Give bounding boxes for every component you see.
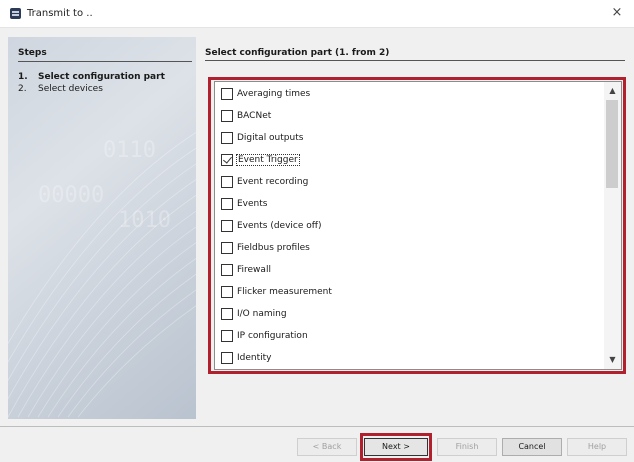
checkbox[interactable]	[221, 176, 233, 188]
checkbox-label[interactable]: Event Trigger	[236, 154, 300, 166]
checkbox[interactable]	[221, 110, 233, 122]
checkbox[interactable]	[221, 330, 233, 342]
list-item[interactable]: Identity	[221, 349, 272, 367]
steps-divider	[18, 61, 192, 62]
decorative-background: 0110 00000 1010	[8, 132, 196, 418]
footer-divider	[0, 426, 634, 427]
steps-panel: 0110 00000 1010 Steps 1. Select configur…	[8, 37, 196, 419]
configuration-part-list[interactable]: Averaging times BACNet Digital outputs E…	[214, 81, 622, 370]
back-button[interactable]: < Back	[297, 438, 357, 456]
window-title: Transmit to ..	[27, 8, 93, 19]
list-item[interactable]: BACNet	[221, 107, 271, 125]
svg-text:1010: 1010	[118, 208, 171, 233]
checkbox-label[interactable]: Averaging times	[237, 89, 310, 99]
step-item-2: 2. Select devices	[18, 84, 103, 94]
close-icon[interactable]: ×	[610, 6, 624, 20]
checkbox-label[interactable]: Fieldbus profiles	[237, 243, 310, 253]
finish-button[interactable]: Finish	[437, 438, 497, 456]
checkbox[interactable]	[221, 308, 233, 320]
list-item[interactable]: Flicker measurement	[221, 283, 332, 301]
checkbox[interactable]	[221, 198, 233, 210]
step-item-1: 1. Select configuration part	[18, 72, 165, 82]
list-item[interactable]: Digital outputs	[221, 129, 303, 147]
checkbox-label[interactable]: BACNet	[237, 111, 271, 121]
checkbox[interactable]	[221, 88, 233, 100]
chevron-down-icon[interactable]: ▼	[604, 353, 621, 367]
page-divider	[205, 60, 625, 61]
checkbox-label[interactable]: Identity	[237, 353, 272, 363]
vertical-scrollbar[interactable]: ▲ ▼	[604, 82, 621, 369]
list-item[interactable]: Firewall	[221, 261, 271, 279]
list-item[interactable]: I/O naming	[221, 305, 287, 323]
title-bar: Transmit to .. ×	[0, 0, 634, 28]
checkbox-label[interactable]: I/O naming	[237, 309, 287, 319]
help-button[interactable]: Help	[567, 438, 627, 456]
checkbox-label[interactable]: Flicker measurement	[237, 287, 332, 297]
step-number: 2.	[18, 84, 27, 94]
app-icon	[10, 8, 21, 19]
checkbox[interactable]	[221, 264, 233, 276]
list-item[interactable]: Event recording	[221, 173, 308, 191]
checkbox-label[interactable]: Digital outputs	[237, 133, 303, 143]
step-label: Select devices	[38, 84, 103, 94]
checkbox-label[interactable]: IP configuration	[237, 331, 308, 341]
list-item[interactable]: Events	[221, 195, 267, 213]
checkbox[interactable]	[221, 220, 233, 232]
step-label: Select configuration part	[38, 72, 165, 82]
list-item[interactable]: Event Trigger	[221, 151, 300, 169]
checkbox-label[interactable]: Events	[237, 199, 267, 209]
checkbox-label[interactable]: Firewall	[237, 265, 271, 275]
list-item[interactable]: Averaging times	[221, 85, 310, 103]
checkbox[interactable]	[221, 132, 233, 144]
next-button[interactable]: Next >	[364, 438, 428, 456]
checkbox-checked[interactable]	[221, 154, 233, 166]
scroll-thumb[interactable]	[606, 100, 618, 188]
steps-heading: Steps	[18, 48, 47, 58]
list-item[interactable]: Fieldbus profiles	[221, 239, 310, 257]
checkbox[interactable]	[221, 286, 233, 298]
chevron-up-icon[interactable]: ▲	[604, 84, 621, 98]
svg-text:0110: 0110	[103, 138, 156, 163]
cancel-button[interactable]: Cancel	[502, 438, 562, 456]
checkbox[interactable]	[221, 352, 233, 364]
checkbox[interactable]	[221, 242, 233, 254]
svg-text:00000: 00000	[38, 183, 104, 208]
page-title: Select configuration part (1. from 2)	[205, 48, 390, 58]
checkbox-label[interactable]: Events (device off)	[237, 221, 322, 231]
step-number: 1.	[18, 72, 28, 82]
list-item[interactable]: Events (device off)	[221, 217, 322, 235]
checkbox-label[interactable]: Event recording	[237, 177, 308, 187]
list-item[interactable]: IP configuration	[221, 327, 308, 345]
